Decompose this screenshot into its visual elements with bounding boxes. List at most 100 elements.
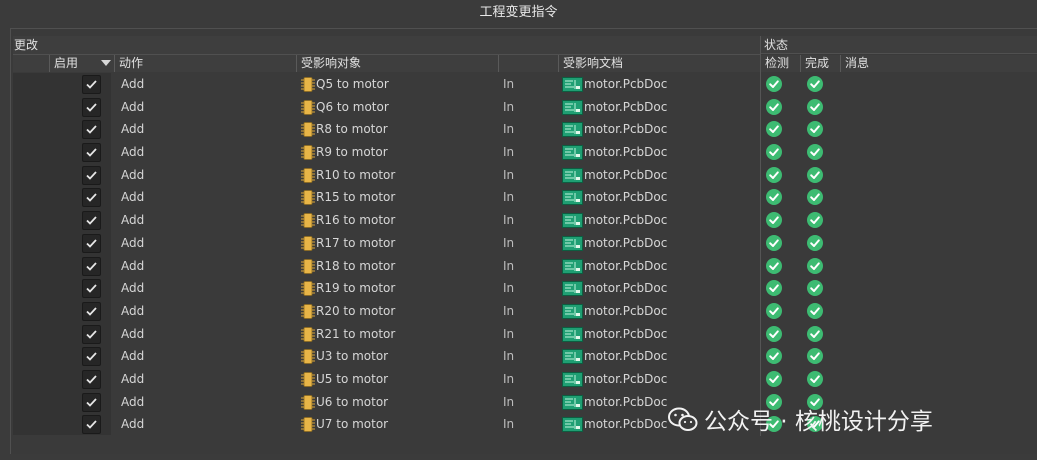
- table-row[interactable]: Add U5 to motor In motor.PcbDoc: [13, 368, 1037, 391]
- check-ok-icon: [766, 370, 782, 387]
- direction-cell: In: [503, 281, 515, 296]
- table-row[interactable]: Add R18 to motor In motor.PcbDoc: [13, 255, 1037, 278]
- check-ok-icon: [766, 76, 782, 92]
- check-ok-icon: [766, 325, 782, 342]
- group-label-changes: 更改: [14, 38, 39, 52]
- enable-checkbox[interactable]: [82, 392, 101, 412]
- done-ok-icon: [807, 257, 823, 274]
- column-label-enable: 启用: [54, 56, 79, 70]
- affected-object-cell: U3 to motor: [316, 349, 389, 364]
- enable-checkbox[interactable]: [82, 143, 101, 163]
- action-cell: Add: [121, 167, 145, 182]
- enable-checkbox[interactable]: [82, 279, 101, 299]
- enable-checkbox[interactable]: [82, 97, 101, 117]
- affected-document-cell: motor.PcbDoc: [584, 394, 668, 409]
- enable-checkbox[interactable]: [82, 233, 101, 253]
- table-row[interactable]: Add R15 to motor In motor.PcbDoc: [13, 186, 1037, 209]
- affected-document-cell: motor.PcbDoc: [584, 303, 668, 318]
- direction-cell: In: [503, 371, 515, 386]
- check-ok-icon: [766, 166, 782, 183]
- column-label-check: 检测: [765, 56, 790, 70]
- column-header-message[interactable]: 消息: [841, 55, 1037, 72]
- column-header-check[interactable]: 检测: [761, 55, 801, 72]
- affected-document-cell: motor.PcbDoc: [584, 349, 668, 364]
- check-ok-icon: [766, 121, 782, 138]
- table-row[interactable]: Add R9 to motor In motor.PcbDoc: [13, 141, 1037, 164]
- group-label-status: 状态: [764, 38, 789, 52]
- done-ok-icon: [807, 280, 823, 297]
- watermark: 公众号 · 核桃设计分享: [668, 402, 933, 439]
- direction-cell: In: [503, 122, 515, 137]
- action-cell: Add: [121, 213, 145, 228]
- component-icon: [301, 417, 315, 433]
- action-cell: Add: [121, 190, 145, 205]
- component-icon: [301, 372, 315, 387]
- check-ok-icon: [766, 302, 782, 319]
- pcb-document-icon: [562, 258, 583, 274]
- pcb-document-icon: [562, 213, 583, 229]
- affected-document-cell: motor.PcbDoc: [584, 281, 668, 296]
- pcb-document-icon: [562, 303, 583, 319]
- component-icon: [301, 77, 315, 92]
- enable-checkbox[interactable]: [82, 75, 101, 94]
- affected-document-cell: motor.PcbDoc: [584, 417, 668, 432]
- enable-checkbox[interactable]: [82, 369, 101, 389]
- affected-object-cell: R9 to motor: [316, 145, 388, 160]
- table-row[interactable]: Add U3 to motor In motor.PcbDoc: [13, 345, 1037, 368]
- column-header-direction[interactable]: [499, 55, 559, 72]
- direction-cell: In: [503, 190, 515, 205]
- direction-cell: In: [503, 326, 515, 341]
- column-header-done[interactable]: 完成: [801, 55, 841, 72]
- column-header-affected-document[interactable]: 受影响文档: [559, 55, 761, 72]
- enable-checkbox[interactable]: [82, 347, 101, 367]
- pcb-document-icon: [562, 235, 583, 251]
- done-ok-icon: [807, 144, 823, 161]
- action-cell: Add: [121, 235, 145, 250]
- column-header-action[interactable]: 动作: [115, 55, 297, 72]
- table-row[interactable]: Add R16 to motor In motor.PcbDoc: [13, 209, 1037, 232]
- column-label-affected-object: 受影响对象: [301, 56, 362, 70]
- table-row[interactable]: Add Q6 to motor In motor.PcbDoc: [13, 96, 1037, 119]
- enable-checkbox[interactable]: [82, 211, 101, 231]
- table-row[interactable]: Add R21 to motor In motor.PcbDoc: [13, 323, 1037, 346]
- enable-checkbox[interactable]: [82, 301, 101, 321]
- direction-cell: In: [503, 235, 515, 250]
- check-ok-icon: [766, 280, 782, 297]
- direction-cell: In: [503, 99, 515, 114]
- enable-checkbox[interactable]: [82, 120, 101, 140]
- action-cell: Add: [121, 326, 145, 341]
- column-header-affected-object[interactable]: 受影响对象: [297, 55, 499, 72]
- enable-checkbox[interactable]: [82, 188, 101, 208]
- window-title: 工程变更指令: [479, 5, 558, 20]
- done-ok-icon: [807, 348, 823, 365]
- enable-filter-dropdown-icon[interactable]: [101, 60, 111, 66]
- watermark-text: 公众号 · 核桃设计分享: [704, 409, 933, 435]
- direction-cell: In: [503, 258, 515, 273]
- affected-document-cell: motor.PcbDoc: [584, 99, 668, 114]
- component-icon: [301, 281, 315, 297]
- table-row[interactable]: Add R10 to motor In motor.PcbDoc: [13, 164, 1037, 187]
- action-cell: Add: [121, 394, 145, 409]
- enable-checkbox[interactable]: [82, 415, 101, 435]
- action-cell: Add: [121, 417, 145, 432]
- action-cell: Add: [121, 77, 145, 91]
- table-row[interactable]: Add R8 to motor In motor.PcbDoc: [13, 118, 1037, 141]
- table-row[interactable]: Add R20 to motor In motor.PcbDoc: [13, 300, 1037, 323]
- affected-document-cell: motor.PcbDoc: [584, 77, 668, 91]
- pcb-document-icon: [562, 371, 583, 387]
- done-ok-icon: [807, 302, 823, 319]
- pcb-document-icon: [562, 349, 583, 365]
- component-icon: [301, 145, 315, 160]
- table-row[interactable]: Add R19 to motor In motor.PcbDoc: [13, 277, 1037, 300]
- action-cell: Add: [121, 258, 145, 273]
- column-label-affected-document: 受影响文档: [563, 56, 624, 70]
- pcb-document-icon: [562, 417, 583, 433]
- enable-checkbox[interactable]: [82, 324, 101, 344]
- table-row[interactable]: Add R17 to motor In motor.PcbDoc: [13, 232, 1037, 255]
- pcb-document-icon: [562, 122, 583, 138]
- enable-checkbox[interactable]: [82, 165, 101, 185]
- enable-checkbox[interactable]: [82, 256, 101, 276]
- direction-cell: In: [503, 145, 515, 160]
- table-row[interactable]: Add Q5 to motor In motor.PcbDoc: [13, 73, 1037, 96]
- column-header-gutter: [13, 55, 50, 72]
